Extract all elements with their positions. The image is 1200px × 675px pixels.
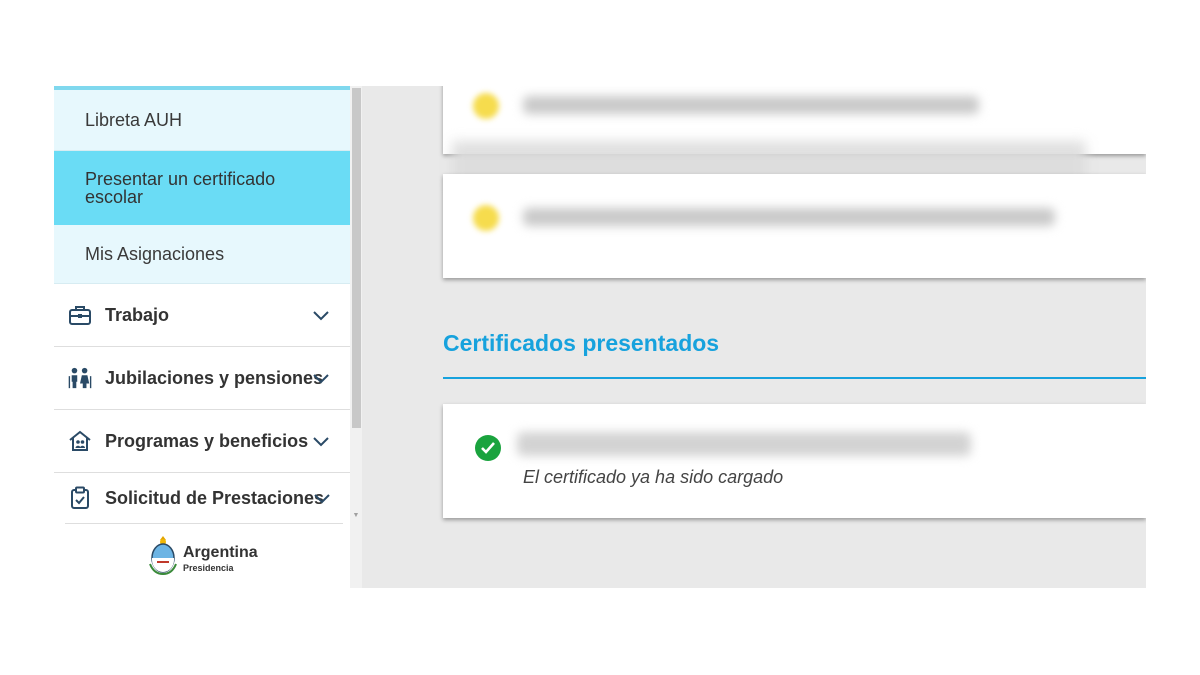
nav-item-label: Jubilaciones y pensiones	[105, 367, 324, 388]
nav-item-trabajo[interactable]: Trabajo	[54, 284, 350, 347]
nav-item-solicitud-prestaciones[interactable]: Solicitud de Prestaciones	[54, 473, 350, 523]
section-divider	[443, 377, 1146, 379]
argentina-logo: Argentina Presidencia	[148, 534, 278, 578]
nav-item-jubilaciones[interactable]: Jubilaciones y pensiones	[54, 347, 350, 410]
nav-item-label: Solicitud de Prestaciones	[105, 487, 325, 508]
scroll-down-arrow-icon[interactable]: ▼	[351, 512, 361, 520]
chevron-down-icon[interactable]	[311, 308, 331, 322]
briefcase-icon	[68, 303, 92, 327]
sidebar-item-libreta-auh[interactable]: Libreta AUH	[54, 90, 350, 151]
chevron-down-icon[interactable]	[312, 491, 332, 505]
sidebar-menu: Libreta AUH Presentar un certificado esc…	[54, 86, 350, 588]
presented-certificate-card[interactable]: El certificado ya ha sido cargado	[443, 404, 1146, 518]
clipboard-check-icon	[68, 486, 92, 510]
sidebar-scrollbar-thumb[interactable]	[352, 88, 361, 428]
nav-item-label: Trabajo	[105, 304, 170, 325]
coat-of-arms-icon	[149, 536, 177, 576]
sidebar-item-mis-asignaciones[interactable]: Mis Asignaciones	[54, 225, 350, 284]
blurred-student-info	[523, 208, 1055, 226]
logo-subtitle: Presidencia	[183, 563, 234, 573]
blurred-student-info	[523, 96, 979, 114]
nav-item-programas[interactable]: Programas y beneficios	[54, 410, 350, 473]
main-content: Certificados presentados El certificado …	[362, 86, 1146, 588]
chevron-down-icon[interactable]	[311, 434, 331, 448]
nav-item-label: Programas y beneficios	[105, 430, 309, 451]
pending-certificate-card[interactable]	[443, 174, 1146, 278]
sidebar-item-label-line1: Presentar un certificado	[85, 169, 276, 189]
logo-brand: Argentina	[183, 544, 258, 561]
pending-status-icon	[473, 205, 499, 231]
sidebar-item-label: Libreta AUH	[85, 110, 183, 130]
sidebar-item-label: Presentar un certificado escolar	[85, 170, 275, 206]
elderly-couple-icon	[68, 366, 92, 390]
certificate-status-text: El certificado ya ha sido cargado	[523, 467, 784, 487]
sidebar-footer-divider	[65, 523, 343, 524]
chevron-down-icon[interactable]	[311, 371, 331, 385]
sidebar-item-presentar-certificado[interactable]: Presentar un certificado escolar	[54, 151, 350, 225]
home-family-icon	[68, 429, 92, 453]
section-title: Certificados presentados	[443, 330, 720, 356]
sidebar-item-label: Mis Asignaciones	[85, 244, 225, 264]
check-circle-icon	[475, 435, 501, 461]
pending-status-icon	[473, 93, 499, 119]
sidebar-item-label-line2: escolar	[85, 187, 144, 207]
blurred-student-info	[517, 432, 971, 456]
